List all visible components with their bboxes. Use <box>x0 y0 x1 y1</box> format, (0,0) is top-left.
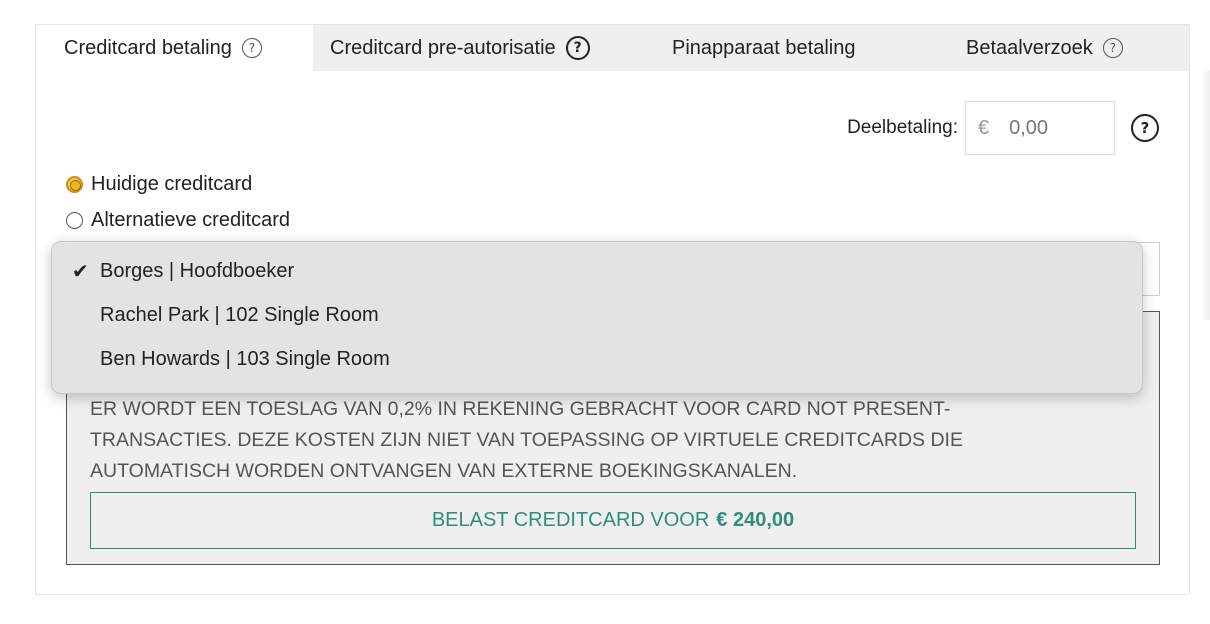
partial-payment: Deelbetaling: € ? <box>847 101 1159 155</box>
tab-creditcard-betaling[interactable]: Creditcard betaling ? <box>36 25 313 71</box>
radio-label: Huidige creditcard <box>91 173 253 195</box>
tab-betaalverzoek[interactable]: Betaalverzoek ? <box>966 25 1123 71</box>
surcharge-notice: Er wordt een toeslag van 0,2% in rekenin… <box>90 398 963 482</box>
help-icon[interactable]: ? <box>1102 38 1123 58</box>
charge-amount: € 240,00 <box>716 509 795 531</box>
help-icon[interactable]: ? <box>1131 114 1159 142</box>
radio-current-card[interactable]: Huidige creditcard <box>66 173 252 196</box>
dropdown-option-rachel-park[interactable]: Rachel Park | 102 Single Room <box>52 295 1142 335</box>
partial-payment-label: Deelbetaling: <box>847 117 958 138</box>
page-edge-shadow <box>1202 70 1210 320</box>
payment-tabs: Creditcard betaling ? Creditcard pre-aut… <box>36 25 1189 71</box>
dropdown-option-label: Ben Howards | 103 Single Room <box>100 347 390 370</box>
help-icon[interactable]: ? <box>565 36 590 60</box>
tab-label: Pinapparaat betaling <box>672 36 856 59</box>
tab-creditcard-pre-autorisatie[interactable]: Creditcard pre-autorisatie ? <box>330 25 590 71</box>
euro-sign: € <box>978 116 990 139</box>
tab-label: Betaalverzoek <box>966 36 1093 59</box>
radio-label: Alternatieve creditcard <box>91 209 290 231</box>
tab-label: Creditcard betaling <box>64 36 232 59</box>
dropdown-option-borges[interactable]: ✔ Borges | Hoofdboeker <box>52 251 1142 291</box>
radio-unselected-icon[interactable] <box>66 212 83 229</box>
partial-payment-input[interactable] <box>1009 116 1085 140</box>
dropdown-option-label: Borges | Hoofdboeker <box>100 259 295 282</box>
payer-dropdown-menu: ✔ Borges | Hoofdboeker Rachel Park | 102… <box>51 241 1143 394</box>
tab-label: Creditcard pre-autorisatie <box>330 36 556 59</box>
charge-button-label: BELAST CREDITCARD VOOR <box>431 509 710 531</box>
dropdown-option-ben-howards[interactable]: Ben Howards | 103 Single Room <box>52 339 1142 379</box>
tab-pinapparaat-betaling[interactable]: Pinapparaat betaling <box>672 25 855 71</box>
radio-selected-icon[interactable] <box>66 176 83 193</box>
radio-alternative-card[interactable]: Alternatieve creditcard <box>66 209 290 232</box>
dropdown-option-label: Rachel Park | 102 Single Room <box>100 303 379 326</box>
partial-payment-field[interactable]: € <box>965 101 1115 155</box>
help-icon[interactable]: ? <box>241 38 262 58</box>
charge-card-button[interactable]: BELAST CREDITCARD VOOR € 240,00 <box>90 492 1136 549</box>
checkmark-icon: ✔ <box>72 259 89 283</box>
